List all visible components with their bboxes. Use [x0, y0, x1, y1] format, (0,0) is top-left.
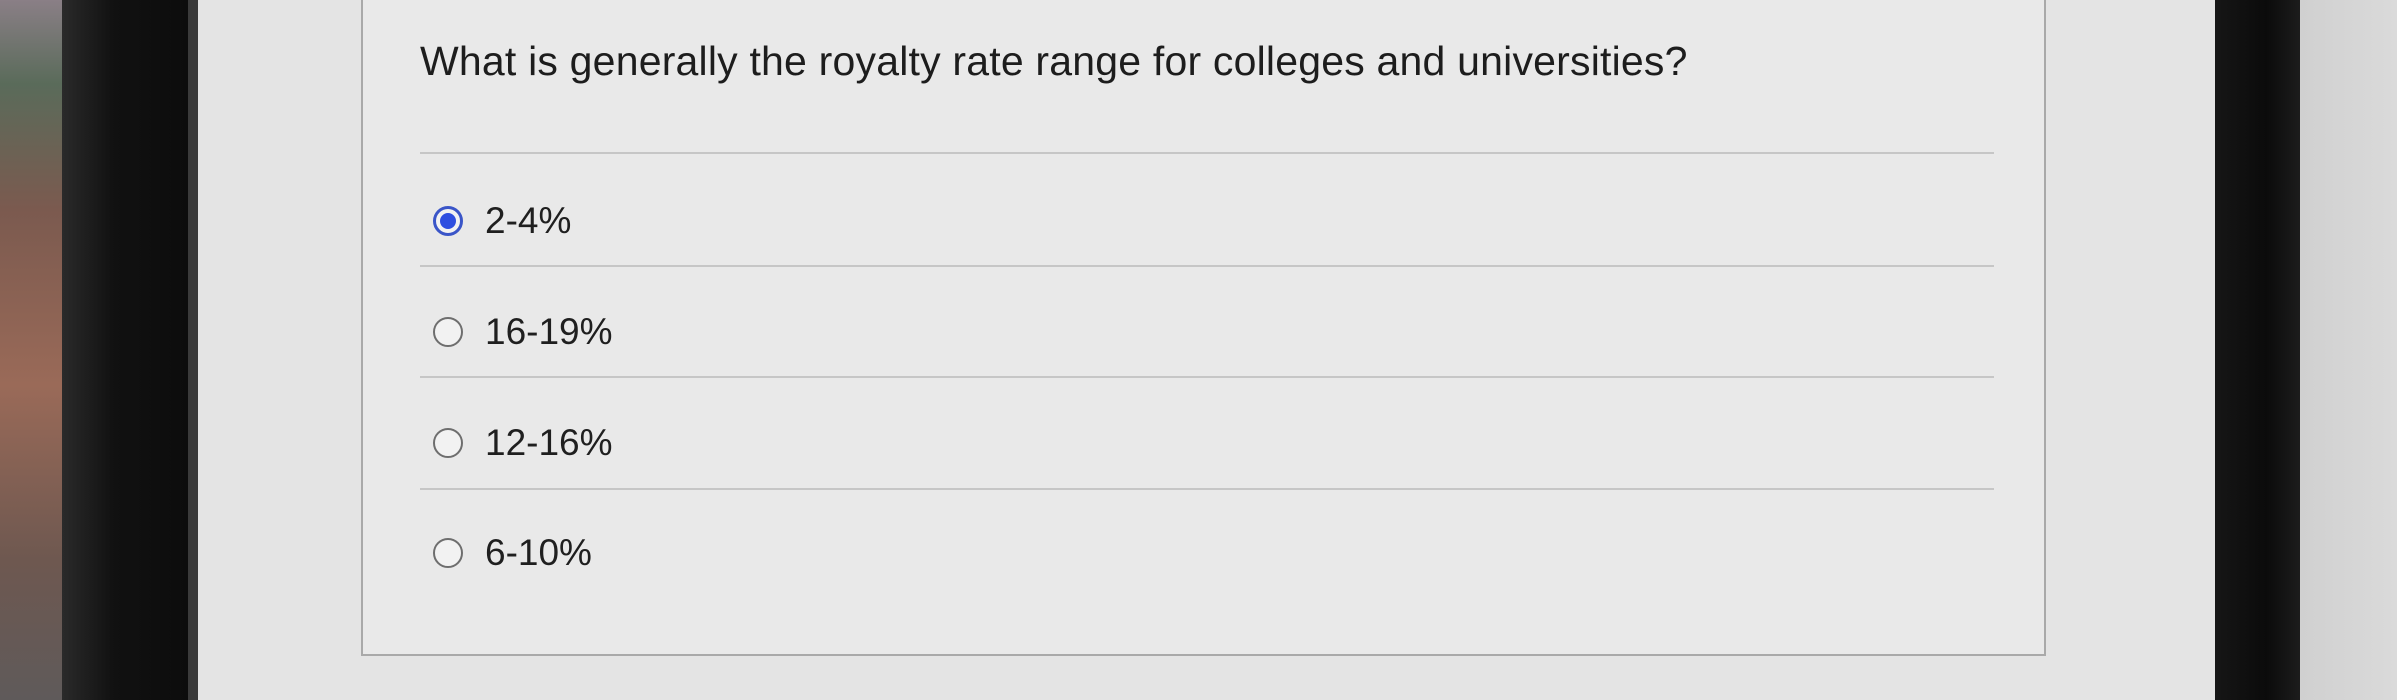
- option-16-19[interactable]: 16-19%: [433, 307, 613, 357]
- radio-selected-icon[interactable]: [433, 206, 463, 236]
- divider: [420, 265, 1994, 267]
- background-surroundings: [0, 0, 62, 700]
- divider: [420, 488, 1994, 490]
- divider: [420, 376, 1994, 378]
- option-12-16[interactable]: 12-16%: [433, 418, 613, 468]
- screen: What is generally the royalty rate range…: [198, 0, 2215, 700]
- option-label: 6-10%: [485, 532, 592, 573]
- option-label: 12-16%: [485, 422, 613, 463]
- radio-empty-icon[interactable]: [433, 317, 463, 347]
- photo-scene: What is generally the royalty rate range…: [0, 0, 2397, 700]
- option-2-4[interactable]: 2-4%: [433, 196, 571, 246]
- radio-empty-icon[interactable]: [433, 538, 463, 568]
- option-label: 16-19%: [485, 311, 613, 352]
- background-surroundings-right: [2300, 0, 2397, 700]
- monitor-bezel-left: [62, 0, 192, 700]
- question-text: What is generally the royalty rate range…: [420, 38, 1688, 84]
- radio-empty-icon[interactable]: [433, 428, 463, 458]
- option-6-10[interactable]: 6-10%: [433, 528, 592, 578]
- question-card: What is generally the royalty rate range…: [361, 0, 2046, 656]
- monitor-bezel-right: [2215, 0, 2300, 700]
- divider: [420, 152, 1994, 154]
- option-label: 2-4%: [485, 200, 572, 241]
- monitor-bezel-edge: [188, 0, 198, 700]
